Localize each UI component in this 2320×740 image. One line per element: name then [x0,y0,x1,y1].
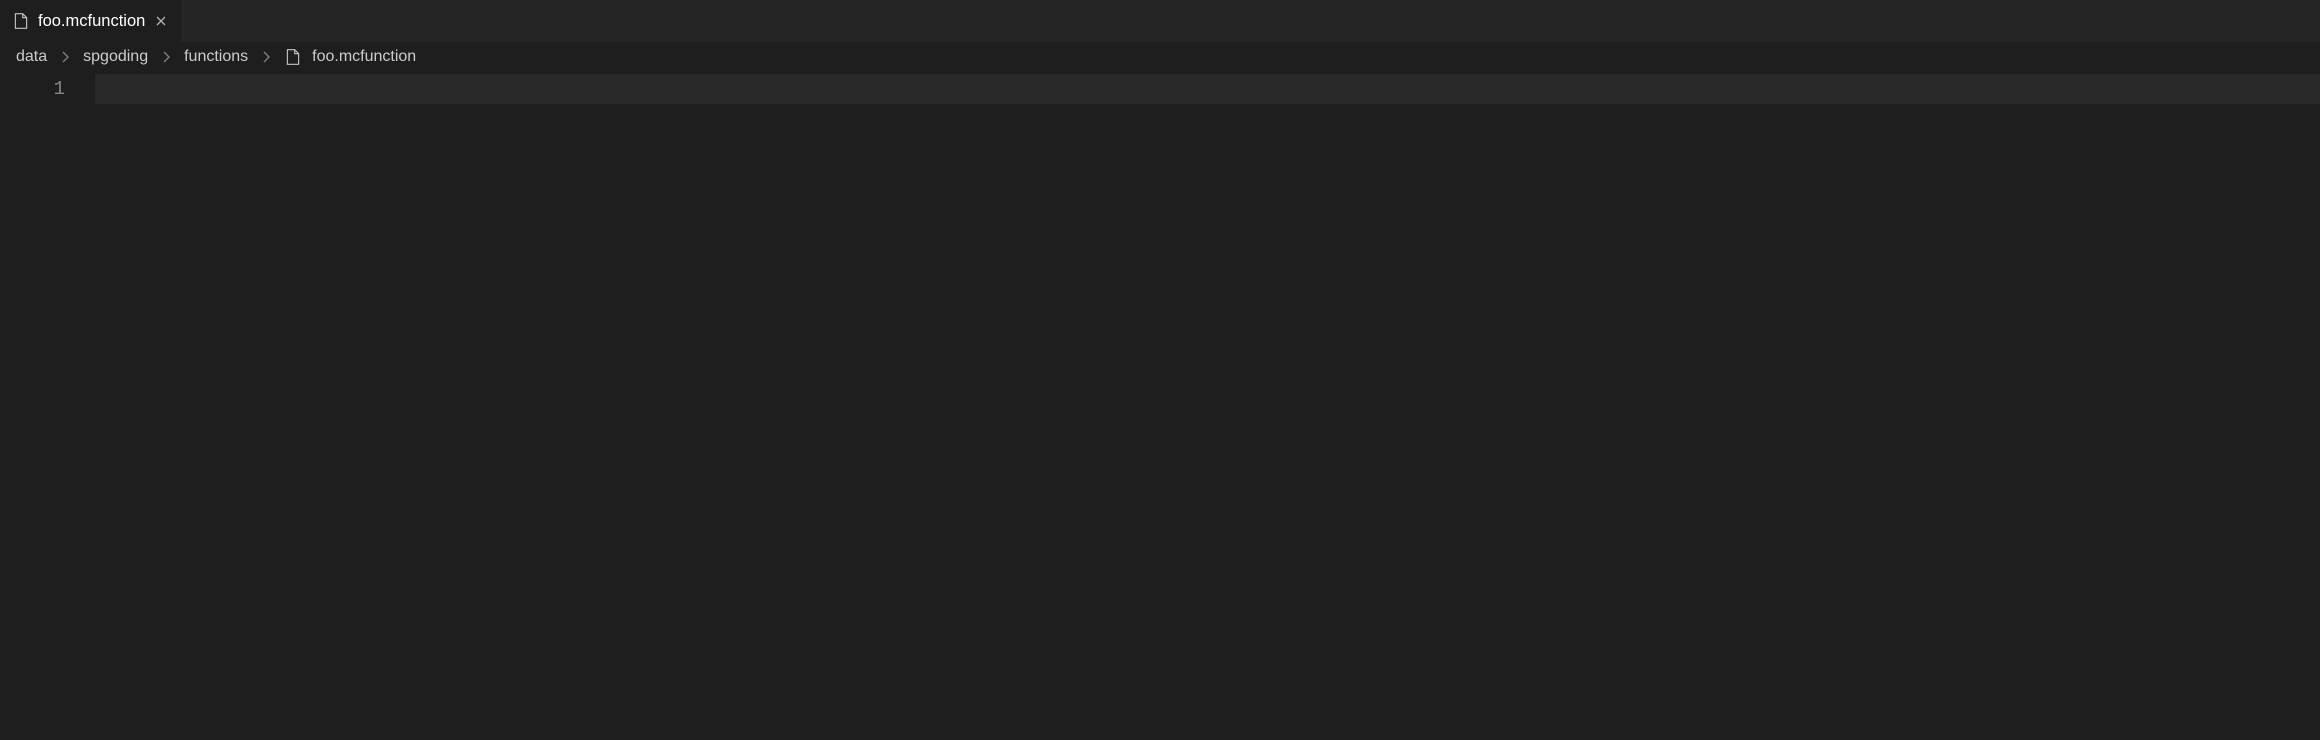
breadcrumb-segment[interactable]: data [16,48,47,66]
file-icon [284,48,302,66]
breadcrumb-segment[interactable]: spgoding [83,48,148,66]
tab-label: foo.mcfunction [38,12,145,31]
editor-content[interactable] [95,72,2320,740]
active-line-highlight [95,74,2320,104]
chevron-right-icon [158,49,174,65]
tabs-bar: foo.mcfunction [0,0,2320,42]
editor-area: 1 [0,72,2320,740]
breadcrumb-segment[interactable]: functions [184,48,248,66]
file-icon [12,12,30,30]
chevron-right-icon [258,49,274,65]
chevron-right-icon [57,49,73,65]
tab-active[interactable]: foo.mcfunction [0,0,182,42]
close-icon[interactable] [153,13,169,29]
line-number: 1 [0,74,65,104]
breadcrumb-filename[interactable]: foo.mcfunction [312,48,416,66]
breadcrumb: data spgoding functions foo.mcfunction [0,42,2320,72]
gutter: 1 [0,72,95,740]
